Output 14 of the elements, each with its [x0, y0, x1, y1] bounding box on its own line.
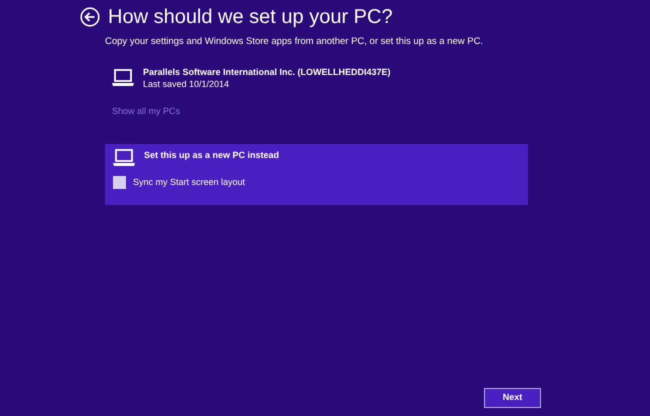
show-all-link[interactable]: Show all my PCs — [112, 105, 180, 119]
page-title: How should we set up your PC? — [108, 5, 393, 30]
page-subtitle: Copy your settings and Windows Store apps from another PC, or set this up as a new PC. — [105, 35, 484, 49]
pc-name: Parallels Software International Inc. (LOWELLHEDDI437E) — [143, 66, 391, 78]
sync-checkbox[interactable] — [113, 176, 126, 189]
laptop-icon — [112, 69, 134, 88]
pc-option[interactable]: Parallels Software International Inc. (LOWELLHEDDI437E) Last saved 10/1/2014 — [105, 63, 528, 94]
laptop-icon — [113, 148, 135, 167]
new-pc-label: Set this up as a new PC instead — [144, 148, 280, 162]
sync-label: Sync my Start screen layout — [133, 176, 246, 189]
back-icon[interactable] — [80, 7, 100, 27]
new-pc-option[interactable]: Set this up as a new PC instead Sync my Start screen layout — [105, 144, 528, 205]
next-button[interactable]: Next — [484, 388, 541, 408]
last-saved-text: Last saved 10/1/2014 — [143, 78, 230, 90]
